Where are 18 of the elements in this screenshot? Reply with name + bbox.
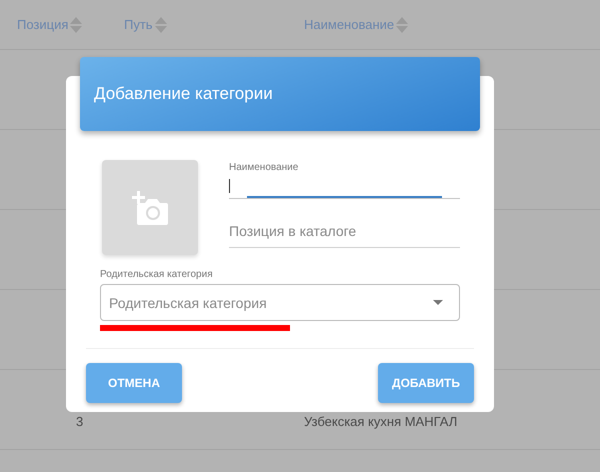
add-photo-icon (131, 190, 169, 224)
dropdown-arrow-icon (433, 300, 443, 305)
table-cell: Узбекская кухня МАНГАЛ (304, 414, 458, 429)
field-label: Наименование (229, 162, 300, 173)
sort-icon[interactable] (69, 16, 84, 34)
dialog-title: Добавление категории (94, 84, 273, 104)
field-label: Родительская категория (100, 269, 214, 280)
input-field[interactable]: Позиция в каталоге (229, 214, 460, 248)
column-header[interactable]: Позиция (17, 17, 68, 32)
table-cell-text: 3 (76, 414, 84, 429)
dialog-button[interactable]: ДОБАВИТЬ (378, 363, 474, 403)
image-upload[interactable] (102, 160, 198, 255)
sort-icon[interactable] (395, 16, 410, 34)
select-field[interactable]: Родительская категория (100, 284, 460, 321)
column-header[interactable]: Наименование (304, 17, 394, 32)
dialog-button[interactable]: ОТМЕНА (86, 363, 182, 403)
column-header[interactable]: Путь (124, 17, 153, 32)
sort-icon[interactable] (154, 16, 168, 34)
